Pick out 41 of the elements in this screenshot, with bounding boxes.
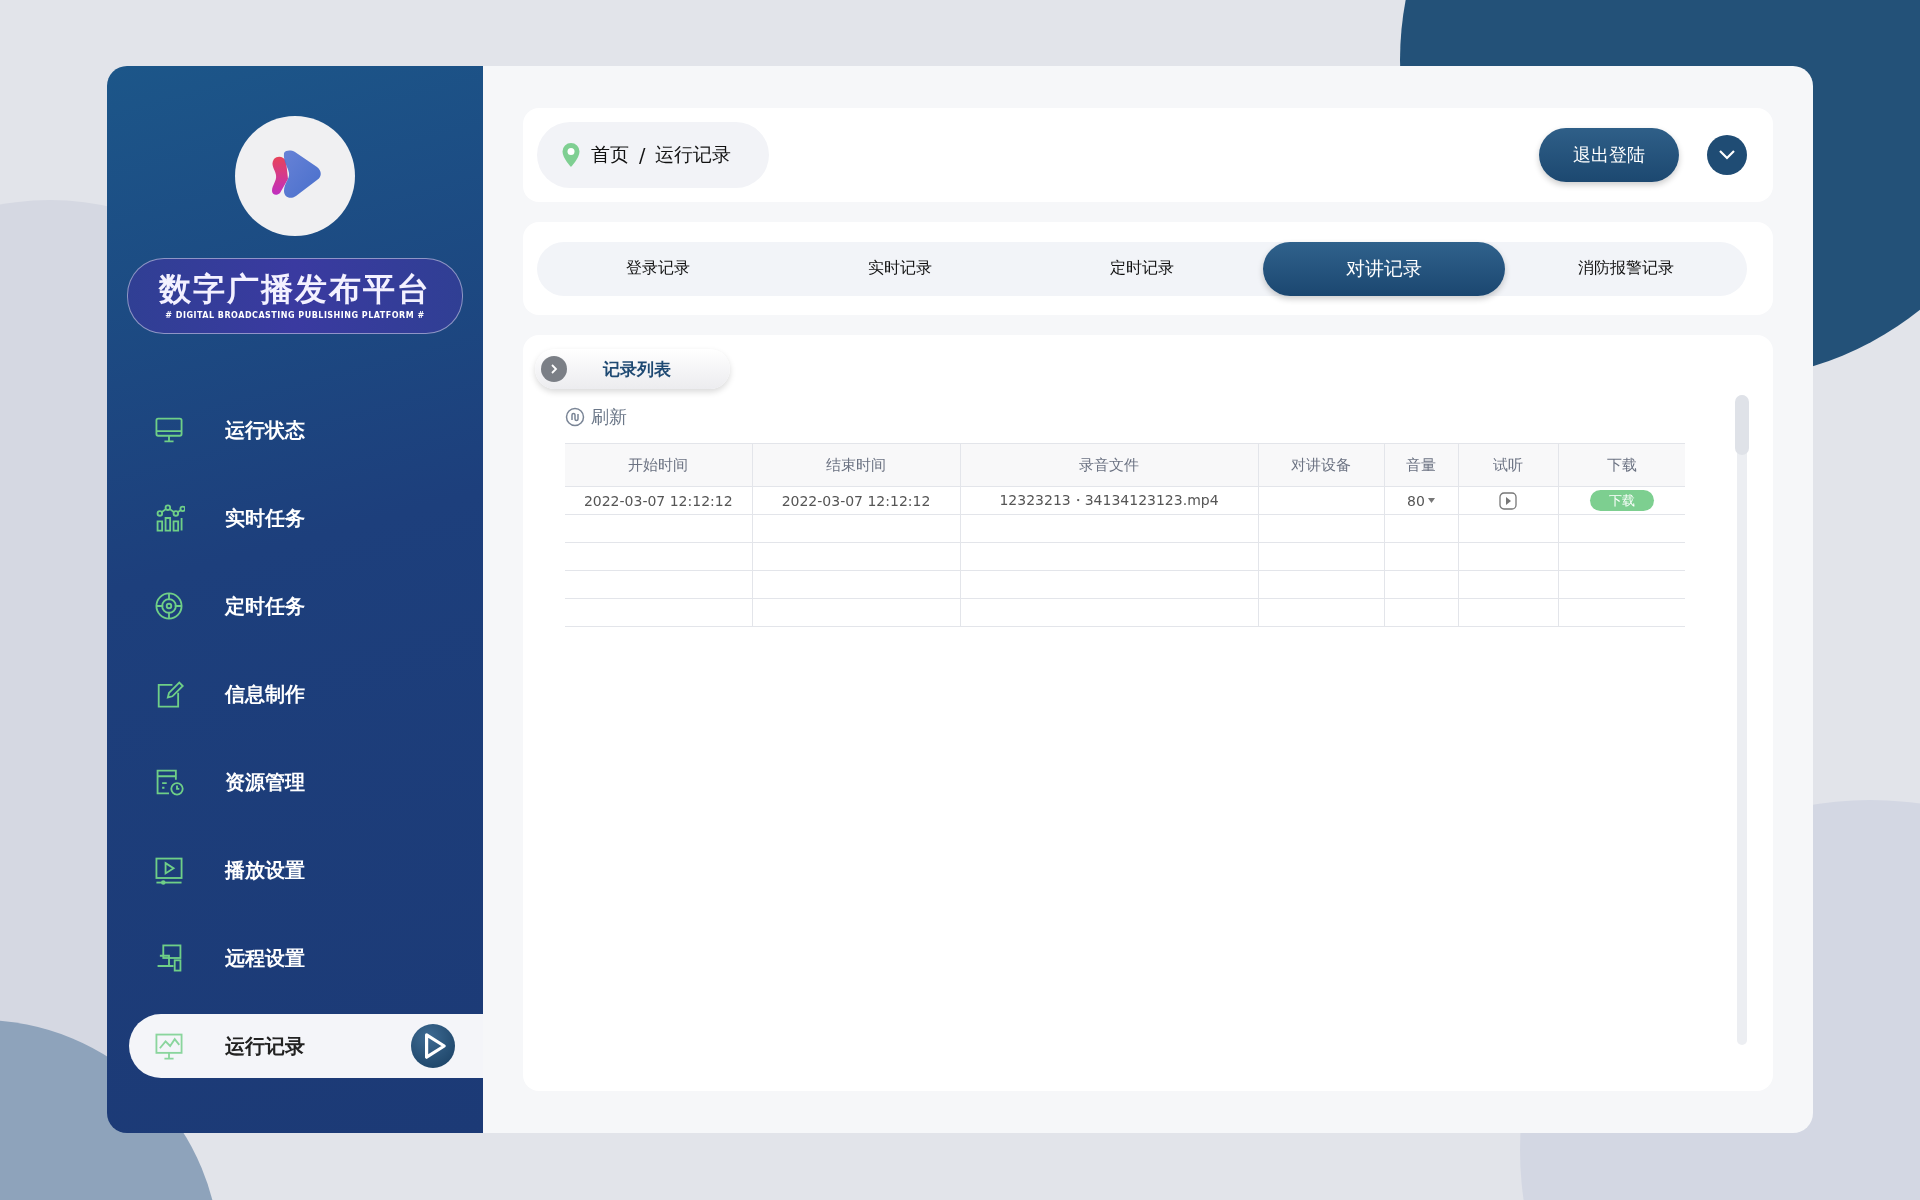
refresh-link[interactable]: 刷新 [591,405,627,429]
sidebar-item[interactable]: 播放设置 [107,838,483,902]
chevron-down-icon [1718,149,1736,161]
target-icon [153,590,185,622]
chevron-right-icon [541,356,567,382]
column-header: 下载 [1558,443,1685,487]
column-header: 对讲设备 [1258,443,1384,487]
sidebar-item[interactable]: 定时任务 [107,574,483,638]
tab[interactable]: 消防报警记录 [1505,241,1747,296]
column-header: 音量 [1384,443,1458,487]
location-pin-icon [561,142,581,168]
column-header: 结束时间 [752,443,960,487]
sidebar-item[interactable]: 运行记录 [129,1014,483,1078]
table-cell: 12323213・34134123123.mp4 [960,486,1258,515]
tab[interactable]: 实时记录 [779,241,1021,296]
scrollbar[interactable] [1737,395,1747,1045]
table-cell: 2022-03-07 12:12:12 [752,486,960,515]
scrollbar-thumb[interactable] [1735,395,1749,455]
refresh-icon[interactable] [565,407,585,427]
section-title: 记录列表 [603,357,671,381]
platform-title: 数字广播发布平台 [159,271,431,308]
breadcrumb-current: 运行记录 [655,142,732,167]
tab[interactable]: 对讲记录 [1263,241,1505,296]
tab[interactable]: 登录记录 [537,241,779,296]
table-cell: 2022-03-07 12:12:12 [565,486,752,515]
sidebar-item[interactable]: 运行状态 [107,398,483,462]
platform-subtitle: # DIGITAL BROADCASTING PUBLISHING PLATFORM # [165,311,425,321]
column-header: 录音文件 [960,443,1258,487]
sidebar-item[interactable]: 资源管理 [107,750,483,814]
dropdown-button[interactable] [1707,135,1747,175]
caret-down-icon [1427,498,1435,503]
sidebar-item[interactable]: 信息制作 [107,662,483,726]
play-button[interactable] [411,1024,455,1068]
breadcrumb-separator: / [639,144,646,166]
logout-button[interactable]: 退出登陆 [1539,128,1679,182]
tab[interactable]: 定时记录 [1021,241,1263,296]
sidebar-item[interactable]: 实时任务 [107,486,483,550]
column-header: 试听 [1458,443,1558,487]
breadcrumb-link[interactable]: 首页 [591,142,629,168]
sidebar-item[interactable]: 远程设置 [107,926,483,990]
column-header: 开始时间 [565,443,752,487]
